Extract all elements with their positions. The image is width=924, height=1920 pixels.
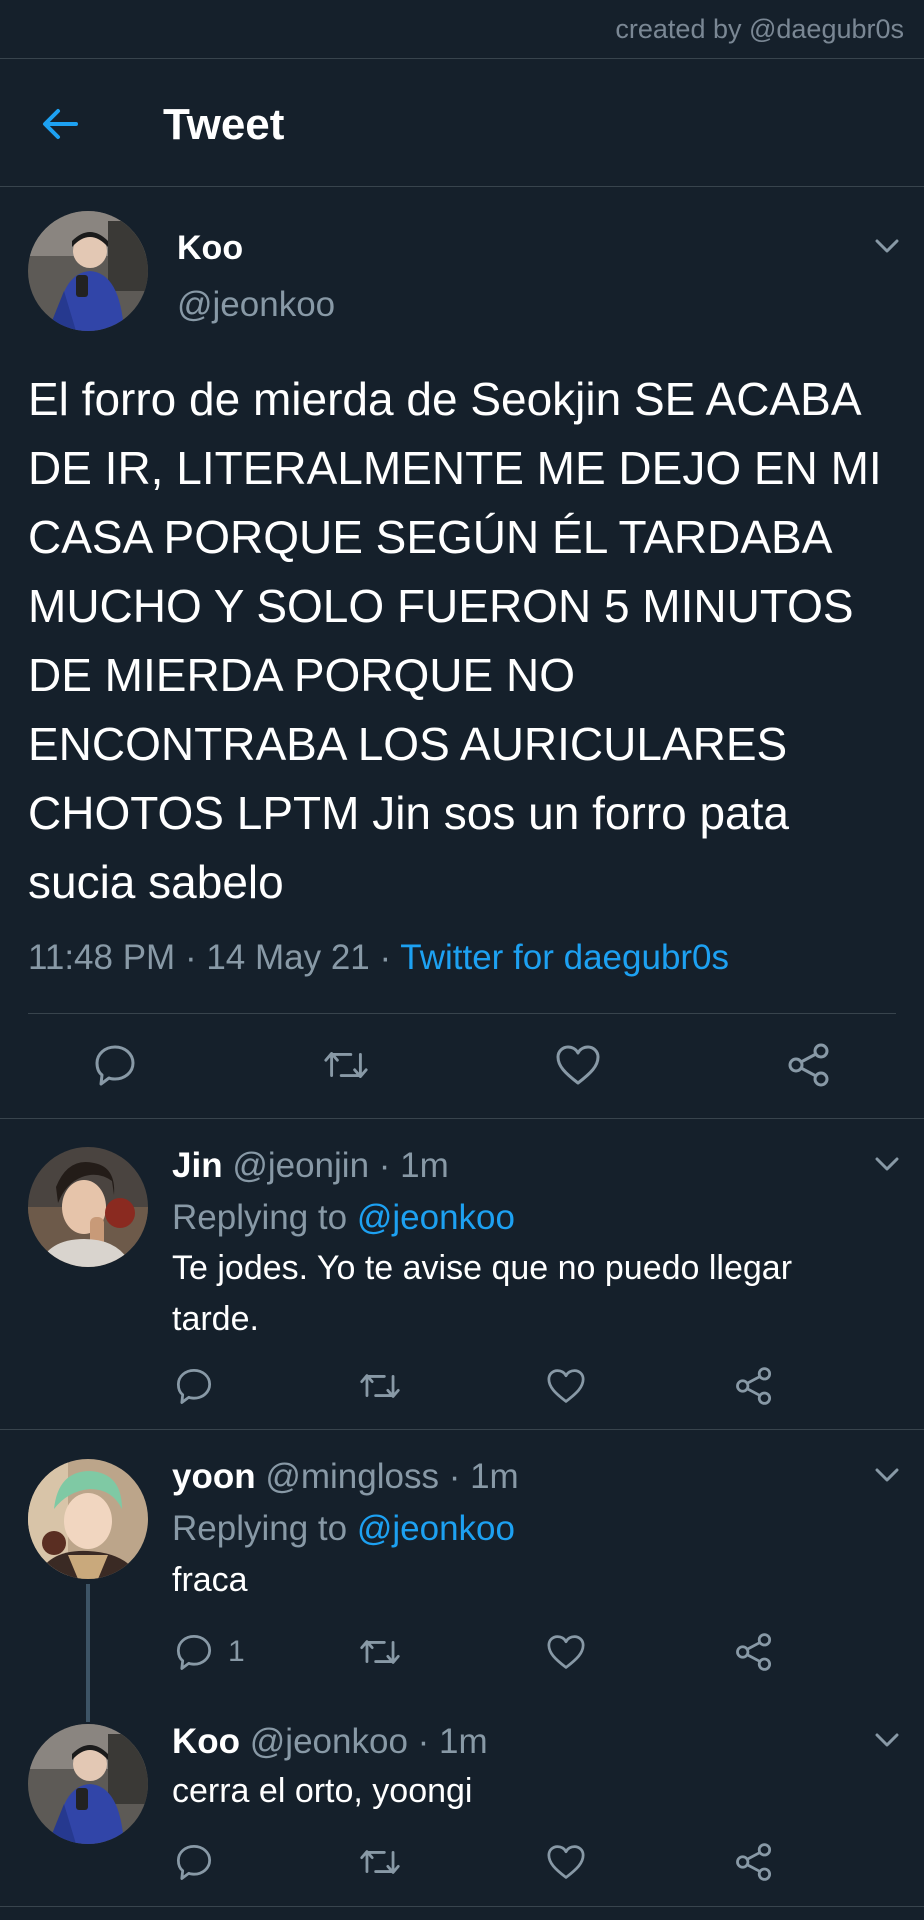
reply-button[interactable] (170, 1362, 218, 1410)
reply-icon (176, 1634, 212, 1670)
avatar[interactable] (28, 1147, 148, 1267)
page-title: Tweet (163, 100, 285, 149)
reply-button[interactable] (91, 1041, 139, 1089)
reply-text: cerra el orto, yoongi (172, 1772, 473, 1810)
retweet-button[interactable] (356, 1628, 404, 1676)
author-handle[interactable]: @jeonkoo (177, 285, 335, 325)
author-name[interactable]: Koo (177, 229, 243, 268)
main-tweet-divider (0, 1118, 924, 1119)
avatar[interactable] (28, 1724, 148, 1844)
heart-icon (547, 1635, 585, 1669)
share-button[interactable] (730, 1838, 778, 1886)
tweet-date: 14 May 21 (206, 938, 370, 977)
heart-icon (547, 1369, 585, 1403)
reply-time: 1m (439, 1722, 488, 1761)
reply-author-name[interactable]: yoon (172, 1457, 256, 1496)
share-icon (736, 1633, 772, 1671)
meta-separator: · (369, 1146, 401, 1185)
retweet-button[interactable] (322, 1041, 370, 1089)
bottom-divider (0, 1906, 924, 1907)
retweet-icon (360, 1850, 400, 1874)
share-button[interactable] (730, 1362, 778, 1410)
meta-separator: · (407, 1722, 440, 1761)
tweet-source[interactable]: Twitter for daegubr0s (400, 938, 729, 977)
meta-separator: · (175, 938, 207, 977)
share-button[interactable] (730, 1628, 778, 1676)
watermark: created by @daegubr0s (615, 14, 904, 44)
share-icon (788, 1043, 829, 1087)
reply-header: yoon @mingloss · 1m (172, 1457, 519, 1497)
retweet-icon (360, 1374, 400, 1398)
replying-to-handle[interactable]: @jeonkoo (357, 1198, 515, 1237)
chevron-down-icon[interactable] (872, 1730, 902, 1750)
reply-header: Jin @jeonjin · 1m (172, 1146, 449, 1186)
reply-divider (0, 1429, 924, 1430)
share-icon (736, 1367, 772, 1405)
reply-author-name[interactable]: Jin (172, 1146, 223, 1185)
reply-header: Koo @jeonkoo · 1m (172, 1722, 488, 1762)
reply-author-name[interactable]: Koo (172, 1722, 240, 1761)
heart-icon (547, 1845, 585, 1879)
actions-divider (28, 1013, 896, 1014)
avatar[interactable] (28, 1459, 148, 1579)
header-divider (0, 186, 924, 187)
tweet-text: El forro de mierda de Seokjin SE ACABA D… (28, 373, 882, 908)
reply-time: 1m (400, 1146, 449, 1185)
tweet-time: 11:48 PM (28, 938, 176, 977)
replying-to: Replying to @jeonkoo (172, 1509, 515, 1549)
reply-time: 1m (470, 1457, 519, 1496)
back-button[interactable] (36, 100, 84, 148)
share-button[interactable] (785, 1041, 833, 1089)
retweet-icon (360, 1640, 400, 1664)
reply-icon (176, 1368, 212, 1404)
reply-author-handle[interactable]: @jeonjin (232, 1146, 369, 1185)
retweet-button[interactable] (356, 1838, 404, 1886)
replying-to: Replying to @jeonkoo (172, 1198, 515, 1238)
tweet-meta: 11:48 PM · 14 May 21 · Twitter for daegu… (28, 938, 729, 978)
reply-text: fraca (172, 1561, 248, 1599)
meta-separator: · (438, 1457, 471, 1496)
chevron-down-icon[interactable] (872, 1465, 902, 1485)
top-divider (0, 58, 924, 59)
reply-button[interactable] (170, 1628, 218, 1676)
retweet-icon (324, 1052, 368, 1078)
like-button[interactable] (554, 1041, 602, 1089)
meta-separator: · (369, 938, 401, 977)
like-button[interactable] (542, 1628, 590, 1676)
retweet-button[interactable] (356, 1362, 404, 1410)
reply-author-handle[interactable]: @jeonkoo (250, 1722, 408, 1761)
reply-button[interactable] (170, 1838, 218, 1886)
heart-icon (556, 1045, 600, 1085)
reply-text: Te jodes. Yo te avise que no puedo llega… (172, 1249, 793, 1338)
arrow-left-icon (43, 109, 78, 139)
chevron-down-icon[interactable] (872, 1154, 902, 1174)
avatar[interactable] (28, 211, 148, 331)
reply-author-handle[interactable]: @mingloss (265, 1457, 439, 1496)
reply-icon (176, 1844, 212, 1880)
replying-to-label: Replying to (172, 1509, 348, 1548)
thread-line (86, 1584, 90, 1722)
like-button[interactable] (542, 1362, 590, 1410)
reply-count: 1 (228, 1635, 245, 1668)
reply-icon (95, 1045, 135, 1086)
replying-to-handle[interactable]: @jeonkoo (357, 1509, 515, 1548)
replying-to-label: Replying to (172, 1198, 348, 1237)
share-icon (736, 1843, 772, 1881)
chevron-down-icon[interactable] (872, 236, 902, 256)
like-button[interactable] (542, 1838, 590, 1886)
